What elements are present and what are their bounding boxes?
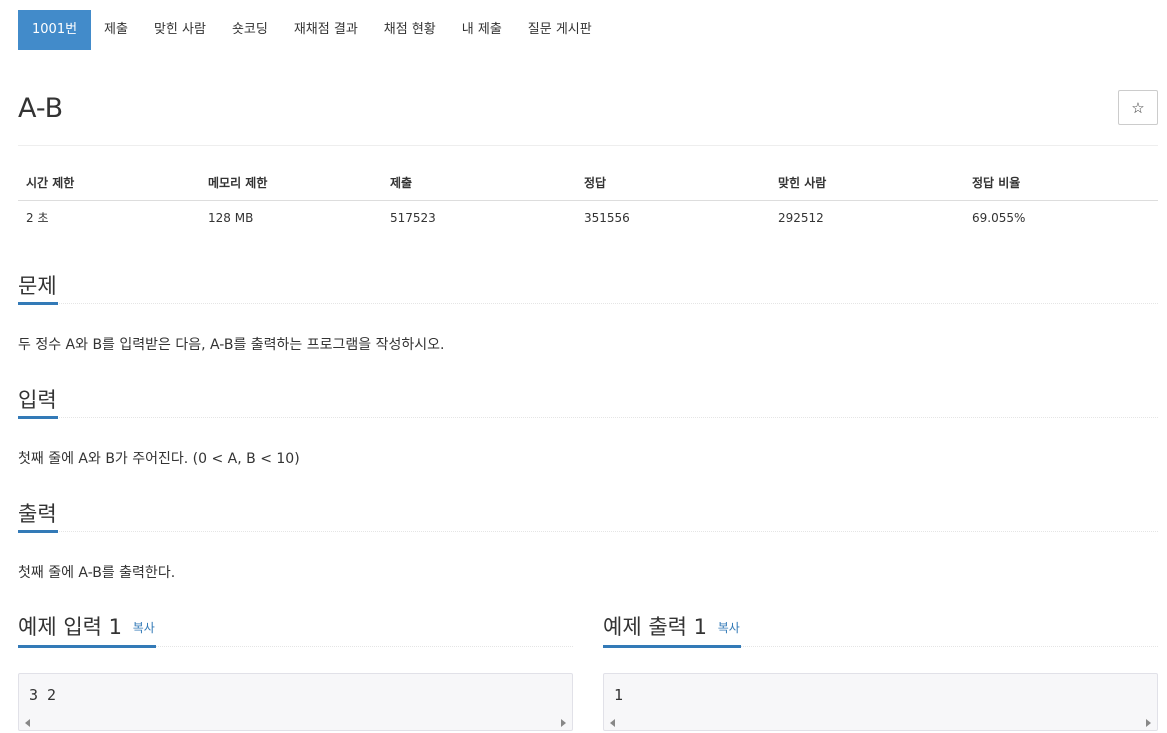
value-time-limit: 2 초 bbox=[26, 211, 49, 226]
input-section-header: 입력 bbox=[18, 384, 1158, 419]
scroll-left-arrow-icon[interactable] bbox=[25, 719, 30, 727]
copy-sample-output-link[interactable]: 복사 bbox=[718, 621, 740, 635]
table-header-row: 시간 제한 메모리 제한 제출 정답 맞힌 사람 정답 비율 bbox=[18, 165, 1158, 201]
header-submissions: 제출 bbox=[382, 165, 576, 201]
description-section-header: 문제 bbox=[18, 270, 1158, 305]
sample-output-box[interactable]: 1 bbox=[603, 673, 1158, 731]
sample-output-content: 1 bbox=[614, 686, 624, 704]
sample-output-heading: 예제 출력 1 복사 bbox=[603, 612, 741, 648]
tab-rejudge-results[interactable]: 재채점 결과 bbox=[281, 10, 371, 50]
tab-submit[interactable]: 제출 bbox=[91, 10, 141, 50]
value-solvers: 292512 bbox=[778, 210, 824, 225]
sample-input-header: 예제 입력 1 복사 bbox=[18, 611, 573, 648]
sample-input-scrollbar[interactable] bbox=[19, 716, 572, 730]
problem-nav: 1001번 제출 맞힌 사람 숏코딩 재채점 결과 채점 현황 내 제출 질문 … bbox=[18, 10, 605, 50]
scroll-right-arrow-icon[interactable] bbox=[1146, 719, 1151, 727]
tab-judge-status[interactable]: 채점 현황 bbox=[371, 10, 449, 50]
tab-short-coding[interactable]: 숏코딩 bbox=[219, 10, 281, 50]
description-text: 두 정수 A와 B를 입력받은 다음, A-B를 출력하는 프로그램을 작성하시… bbox=[18, 337, 445, 353]
problem-info-table: 시간 제한 메모리 제한 제출 정답 맞힌 사람 정답 비율 2 초 128 M… bbox=[18, 165, 1158, 235]
header-solvers: 맞힌 사람 bbox=[770, 165, 964, 201]
value-accept-ratio: 69.055% bbox=[972, 210, 1026, 225]
star-icon: ☆ bbox=[1131, 99, 1145, 117]
output-section-header: 출력 bbox=[18, 498, 1158, 533]
copy-sample-input-link[interactable]: 복사 bbox=[133, 621, 155, 635]
output-text: 첫째 줄에 A-B를 출력한다. bbox=[18, 565, 176, 581]
sample-input-box[interactable]: 3 2 bbox=[18, 673, 573, 731]
input-heading: 입력 bbox=[18, 385, 58, 419]
table-row: 2 초 128 MB 517523 351556 292512 69.055% bbox=[18, 200, 1158, 235]
description-heading: 문제 bbox=[18, 271, 58, 305]
tab-solvers[interactable]: 맞힌 사람 bbox=[141, 10, 219, 50]
tab-my-submissions[interactable]: 내 제출 bbox=[449, 10, 515, 50]
output-heading: 출력 bbox=[18, 499, 58, 533]
value-submissions: 517523 bbox=[390, 210, 436, 225]
value-memory-limit: 128 MB bbox=[208, 210, 254, 225]
tab-qna-board[interactable]: 질문 게시판 bbox=[515, 10, 605, 50]
tab-problem-number[interactable]: 1001번 bbox=[18, 10, 92, 50]
sample-input-title: 예제 입력 1 bbox=[18, 615, 122, 639]
favorite-button[interactable]: ☆ bbox=[1118, 90, 1158, 125]
header-memory-limit: 메모리 제한 bbox=[200, 165, 382, 201]
scroll-right-arrow-icon[interactable] bbox=[561, 719, 566, 727]
sample-input-heading: 예제 입력 1 복사 bbox=[18, 612, 156, 648]
header-accept-ratio: 정답 비율 bbox=[964, 165, 1158, 201]
sample-input-content: 3 2 bbox=[29, 686, 57, 704]
page-title: A-B bbox=[18, 93, 64, 124]
scroll-left-arrow-icon[interactable] bbox=[610, 719, 615, 727]
sample-output-header: 예제 출력 1 복사 bbox=[603, 611, 1158, 648]
value-accepted: 351556 bbox=[584, 210, 630, 225]
sample-output-title: 예제 출력 1 bbox=[603, 615, 707, 639]
header-accepted: 정답 bbox=[576, 165, 770, 201]
title-divider bbox=[18, 145, 1158, 146]
sample-output-scrollbar[interactable] bbox=[604, 716, 1157, 730]
input-text: 첫째 줄에 A와 B가 주어진다. (0 < A, B < 10) bbox=[18, 451, 300, 467]
header-time-limit: 시간 제한 bbox=[18, 165, 200, 201]
